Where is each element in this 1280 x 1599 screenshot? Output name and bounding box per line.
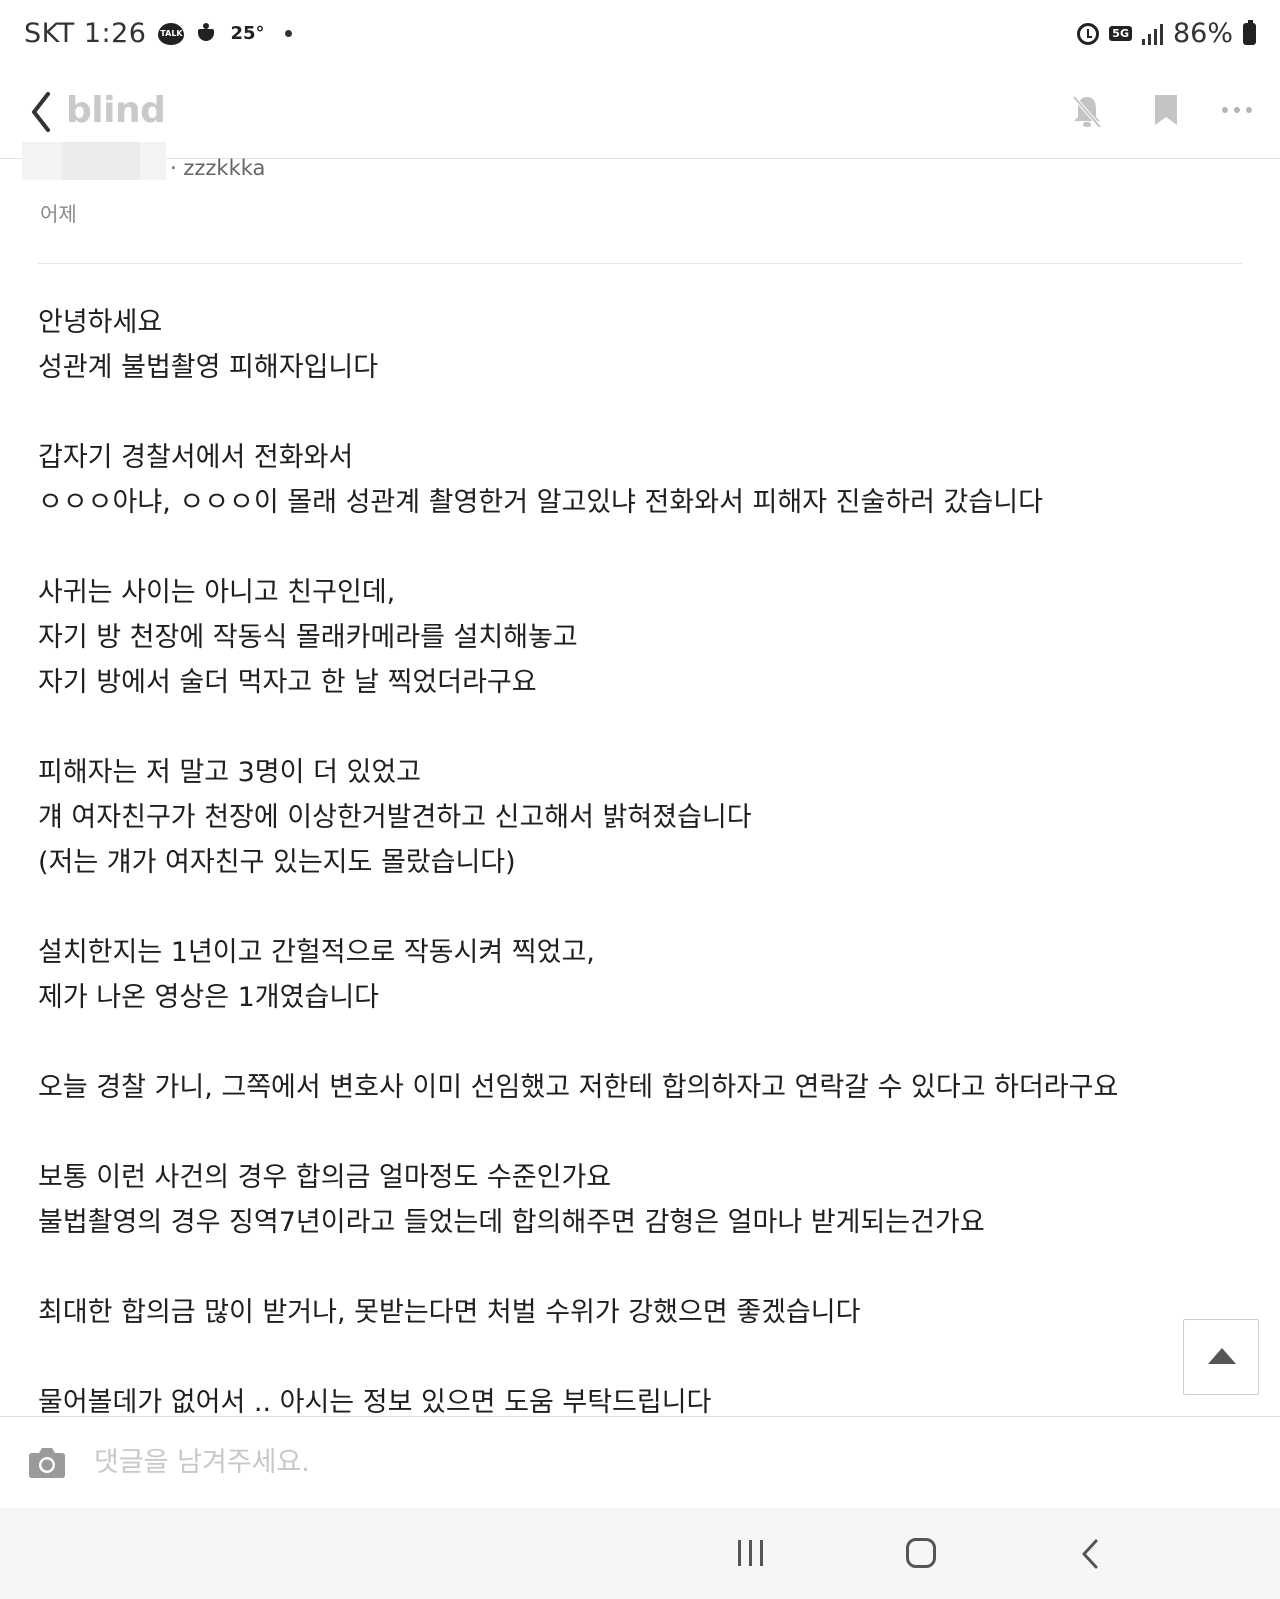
back-arrow-icon[interactable] bbox=[30, 90, 70, 134]
comment-bar bbox=[0, 1416, 1280, 1509]
post-paragraph: 최대한 합의금 많이 받거나, 못받는다면 처벌 수위가 강했으면 좋겠습니다 bbox=[38, 1290, 1248, 1335]
battery-percent: 86% bbox=[1172, 18, 1233, 49]
post-paragraph: 설치한지는 1년이고 간헐적으로 작동시켜 찍었고, 제가 나온 영상은 1개였습… bbox=[38, 930, 1248, 1020]
post-time: 어제 bbox=[40, 202, 77, 226]
post-paragraph: 피해자는 저 말고 3명이 더 있었고걔 여자친구가 천장에 이상한거발견하고 … bbox=[38, 750, 1248, 885]
bookmark-icon[interactable] bbox=[1154, 94, 1178, 126]
post-line: 걔 여자친구가 천장에 이상한거발견하고 신고해서 밝혀졌습니다 bbox=[38, 802, 752, 833]
post-line: ㅇㅇㅇ아냐, ㅇㅇㅇ이 몰래 성관계 촬영한거 알고있냐 전화와서 피해자 진술… bbox=[38, 487, 1043, 518]
post-line: 사귀는 사이는 아니고 친구인데, bbox=[38, 577, 396, 608]
status-bar-right: 5G 86% bbox=[1077, 18, 1256, 49]
post-line: (저는 걔가 여자친구 있는지도 몰랐습니다) bbox=[38, 847, 516, 878]
post-paragraph: 안녕하세요성관계 불법촬영 피해자입니다 bbox=[38, 300, 1248, 390]
kakaotalk-icon: TALK bbox=[158, 22, 185, 45]
camera-icon[interactable] bbox=[28, 1445, 66, 1479]
scroll-to-top-button[interactable] bbox=[1183, 1319, 1259, 1395]
post-line: 불법촬영의 경우 징역7년이라고 들었는데 합의해주면 감형은 얼마나 받게되는… bbox=[38, 1207, 985, 1238]
post-line: 보통 이런 사건의 경우 합의금 얼마정도 수준인가요 bbox=[38, 1162, 612, 1193]
post-paragraph: 갑자기 경찰서에서 전화와서 ㅇㅇㅇ아냐, ㅇㅇㅇ이 몰래 성관계 촬영한거 알고… bbox=[38, 435, 1248, 525]
more-options-icon[interactable] bbox=[1222, 107, 1252, 113]
post-paragraph: 보통 이런 사건의 경우 합의금 얼마정도 수준인가요불법촬영의 경우 징역7년… bbox=[38, 1155, 1248, 1245]
post-line: 갑자기 경찰서에서 전화와서 bbox=[38, 442, 354, 473]
post-line: 자기 방 천장에 작동식 몰래카메라를 설치해놓고 bbox=[38, 622, 578, 653]
post-line: 성관계 불법촬영 피해자입니다 bbox=[38, 352, 379, 383]
arrow-up-icon bbox=[1208, 1348, 1236, 1364]
post-paragraph: 사귀는 사이는 아니고 친구인데, 자기 방 천장에 작동식 몰래카메라를 설치해… bbox=[38, 570, 1248, 705]
signal-icon bbox=[1141, 23, 1163, 45]
post-paragraph: 오늘 경찰 가니, 그쪽에서 변호사 이미 선임했고 저한테 합의하자고 연락갈… bbox=[38, 1065, 1248, 1110]
notification-off-icon[interactable] bbox=[1070, 93, 1104, 129]
battery-icon bbox=[1243, 19, 1256, 45]
notification-dot-icon bbox=[284, 30, 292, 37]
post-paragraph: 물어볼데가 없어서 .. 아시는 정보 있으면 도움 부탁드립니다 bbox=[38, 1380, 1248, 1416]
post-line: 최대한 합의금 많이 받거나, 못받는다면 처벌 수위가 강했으면 좋겠습니다 bbox=[38, 1297, 861, 1328]
author-name[interactable]: · zzzkkka bbox=[170, 156, 265, 180]
post-line: 피해자는 저 말고 3명이 더 있었고 bbox=[38, 757, 422, 788]
app-bar: blind bbox=[0, 76, 1280, 159]
post-body: 안녕하세요성관계 불법촬영 피해자입니다갑자기 경찰서에서 전화와서 ㅇㅇㅇ아냐,… bbox=[38, 300, 1248, 1416]
post-line: 제가 나온 영상은 1개였습니다 bbox=[38, 982, 380, 1013]
post-line: 설치한지는 1년이고 간헐적으로 작동시켜 찍었고, bbox=[38, 937, 595, 968]
home-icon[interactable] bbox=[906, 1538, 936, 1568]
post-line: 자기 방에서 술더 먹자고 한 날 찍었더라구요 bbox=[38, 667, 537, 698]
status-bar: SKT 1:26 TALK 25° 5G 86% bbox=[0, 0, 1280, 76]
system-nav-bar bbox=[0, 1508, 1280, 1599]
network-5g-icon: 5G bbox=[1109, 26, 1132, 41]
alarm-icon bbox=[1077, 22, 1100, 45]
temperature: 25° bbox=[230, 23, 265, 44]
weather-icon bbox=[196, 22, 218, 45]
post-line: 안녕하세요 bbox=[38, 307, 163, 338]
author-avatar-blurred bbox=[22, 142, 166, 180]
comment-input[interactable] bbox=[94, 1439, 1244, 1485]
blind-logo[interactable]: blind bbox=[66, 90, 166, 131]
post-line: 물어볼데가 없어서 .. 아시는 정보 있으면 도움 부탁드립니다 bbox=[38, 1387, 712, 1416]
nav-back-icon[interactable] bbox=[1080, 1538, 1102, 1570]
post-line: 오늘 경찰 가니, 그쪽에서 변호사 이미 선임했고 저한테 합의하자고 연락갈… bbox=[38, 1072, 1119, 1103]
status-bar-left: SKT 1:26 TALK 25° bbox=[24, 18, 292, 49]
recent-apps-icon[interactable] bbox=[738, 1540, 763, 1566]
carrier-time: SKT 1:26 bbox=[24, 18, 147, 49]
divider bbox=[38, 263, 1242, 264]
